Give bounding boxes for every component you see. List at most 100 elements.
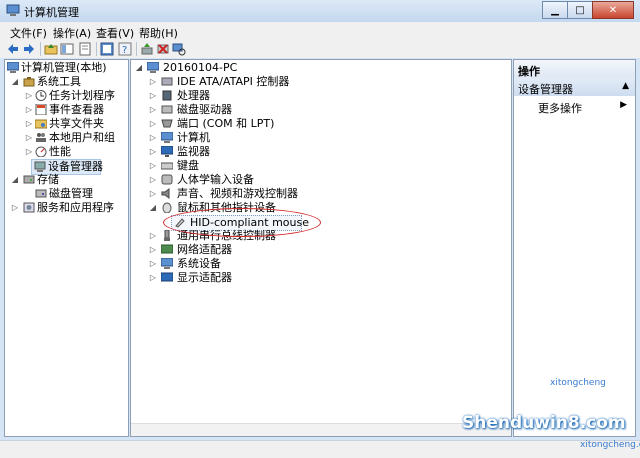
svg-text:?: ? xyxy=(122,45,127,56)
expand-icon[interactable]: ▷ xyxy=(149,89,157,103)
tree-label: 计算机管理(本地) xyxy=(21,61,107,74)
collapse-arrow-icon[interactable]: ▲ xyxy=(622,81,629,91)
menu-action[interactable]: 操作(A) xyxy=(53,25,91,41)
disk-drive-icon xyxy=(161,105,173,114)
expand-icon[interactable]: ▷ xyxy=(149,257,157,271)
expand-icon[interactable]: ▷ xyxy=(25,145,33,159)
window-title: 计算机管理 xyxy=(24,6,79,19)
update-driver-icon[interactable] xyxy=(140,42,154,56)
expand-icon[interactable]: ▷ xyxy=(149,229,157,243)
collapse-icon[interactable]: ◢ xyxy=(11,173,19,187)
toolbar: ? xyxy=(0,40,640,58)
device-label: 计算机 xyxy=(177,131,210,144)
expand-icon[interactable]: ▷ xyxy=(25,117,33,131)
device-label: IDE ATA/ATAPI 控制器 xyxy=(177,75,290,88)
horizontal-scrollbar[interactable] xyxy=(131,423,511,436)
hid-icon xyxy=(161,174,173,185)
expand-icon[interactable]: ▷ xyxy=(149,75,157,89)
device-label: 端口 (COM 和 LPT) xyxy=(177,117,275,130)
up-folder-icon[interactable] xyxy=(44,42,58,56)
users-icon xyxy=(36,133,46,142)
processor-icon xyxy=(162,90,172,101)
tree-label: 服务和应用程序 xyxy=(37,201,114,214)
title-bar: 计算机管理 ▁ □ ✕ xyxy=(0,0,640,22)
help-icon[interactable]: ? xyxy=(118,42,132,56)
device-label: 键盘 xyxy=(177,159,199,172)
expand-icon[interactable]: ▷ xyxy=(25,103,33,117)
collapse-icon[interactable]: ◢ xyxy=(135,61,143,75)
collapse-icon[interactable]: ◢ xyxy=(11,75,19,89)
device-label: 网络适配器 xyxy=(177,243,232,256)
expand-icon[interactable]: ▷ xyxy=(149,187,157,201)
tree-label: 存储 xyxy=(37,173,59,186)
keyboard-icon xyxy=(161,162,173,170)
device-tree-pane: ◢ 20160104-PC ▷ IDE ATA/ATAPI 控制器 ▷ 处理器 … xyxy=(130,59,512,437)
system-device-icon xyxy=(161,258,173,269)
tree-label: 事件查看器 xyxy=(49,103,104,116)
maximize-icon: □ xyxy=(575,4,585,16)
usb-icon xyxy=(164,230,170,241)
tree-label: 磁盘管理 xyxy=(49,187,93,200)
forward-arrow-icon[interactable] xyxy=(22,42,36,56)
expand-icon[interactable]: ▷ xyxy=(25,131,33,145)
toolbar-separator xyxy=(40,42,41,56)
expand-icon[interactable]: ▷ xyxy=(149,117,157,131)
event-log-icon xyxy=(35,104,47,115)
device-label: 磁盘驱动器 xyxy=(177,103,232,116)
back-arrow-icon[interactable] xyxy=(6,42,20,56)
actions-title: 操作 xyxy=(518,65,540,78)
computer-icon xyxy=(147,62,159,73)
tree-label: 性能 xyxy=(49,145,71,158)
actions-section-device-manager[interactable]: 设备管理器 ▲ xyxy=(514,78,635,96)
device-label: 声音、视频和游戏控制器 xyxy=(177,187,298,200)
watermark-main: Shenduwin8.com xyxy=(462,413,626,433)
uninstall-icon[interactable] xyxy=(156,42,170,56)
toolbar-separator xyxy=(136,42,137,56)
device-label: 处理器 xyxy=(177,89,210,102)
show-hide-tree-icon[interactable] xyxy=(60,42,74,56)
device-label: 人体学输入设备 xyxy=(177,173,254,186)
network-adapter-icon xyxy=(161,244,173,254)
actions-section-label: 设备管理器 xyxy=(518,83,573,96)
device-label: 系统设备 xyxy=(177,257,221,270)
expand-icon[interactable]: ▷ xyxy=(11,201,19,215)
menu-view[interactable]: 查看(V) xyxy=(96,25,134,41)
console-icon[interactable] xyxy=(100,42,114,56)
watermark-top: xitongcheng xyxy=(550,378,606,388)
expand-icon[interactable]: ▷ xyxy=(149,103,157,117)
actions-header: 操作 xyxy=(514,60,635,79)
storage-icon xyxy=(23,175,35,184)
close-icon: ✕ xyxy=(608,4,618,16)
disk-icon xyxy=(35,189,47,198)
menu-help[interactable]: 帮助(H) xyxy=(139,25,178,41)
submenu-arrow-icon: ▶ xyxy=(620,100,627,110)
collapse-icon[interactable]: ◢ xyxy=(149,201,157,215)
menu-file[interactable]: 文件(F) xyxy=(10,25,47,41)
expand-icon[interactable]: ▷ xyxy=(149,131,157,145)
expand-icon[interactable]: ▷ xyxy=(149,173,157,187)
monitor-icon xyxy=(161,146,173,157)
tree-label: 系统工具 xyxy=(37,75,81,88)
menu-bar: 文件(F) 操作(A) 查看(V) 帮助(H) xyxy=(0,22,640,41)
device-label: 显示适配器 xyxy=(177,271,232,284)
expand-icon[interactable]: ▷ xyxy=(149,145,157,159)
display-adapter-icon xyxy=(161,272,173,282)
scan-hardware-icon[interactable] xyxy=(172,42,186,56)
speaker-icon xyxy=(161,188,170,199)
tools-icon xyxy=(23,77,35,87)
services-icon xyxy=(23,202,35,213)
close-button[interactable]: ✕ xyxy=(592,1,634,19)
expand-icon[interactable]: ▷ xyxy=(149,159,157,173)
properties-icon[interactable] xyxy=(78,42,92,56)
expand-icon[interactable]: ▷ xyxy=(149,243,157,257)
expand-icon[interactable]: ▷ xyxy=(25,89,33,103)
minimize-button[interactable]: ▁ xyxy=(542,1,568,19)
expand-icon[interactable]: ▷ xyxy=(149,271,157,285)
computer-icon xyxy=(161,132,173,143)
shared-folder-icon xyxy=(35,119,47,129)
tree-label: 本地用户和组 xyxy=(49,131,115,144)
status-bar xyxy=(0,440,640,458)
actions-more[interactable]: 更多操作 ▶ xyxy=(514,98,635,115)
console-tree-pane: 计算机管理(本地) ◢ 系统工具 ▷ 任务计划程序 ▷ 事件查看器 ▷ 共享文件… xyxy=(4,59,129,437)
maximize-button[interactable]: □ xyxy=(567,1,593,19)
